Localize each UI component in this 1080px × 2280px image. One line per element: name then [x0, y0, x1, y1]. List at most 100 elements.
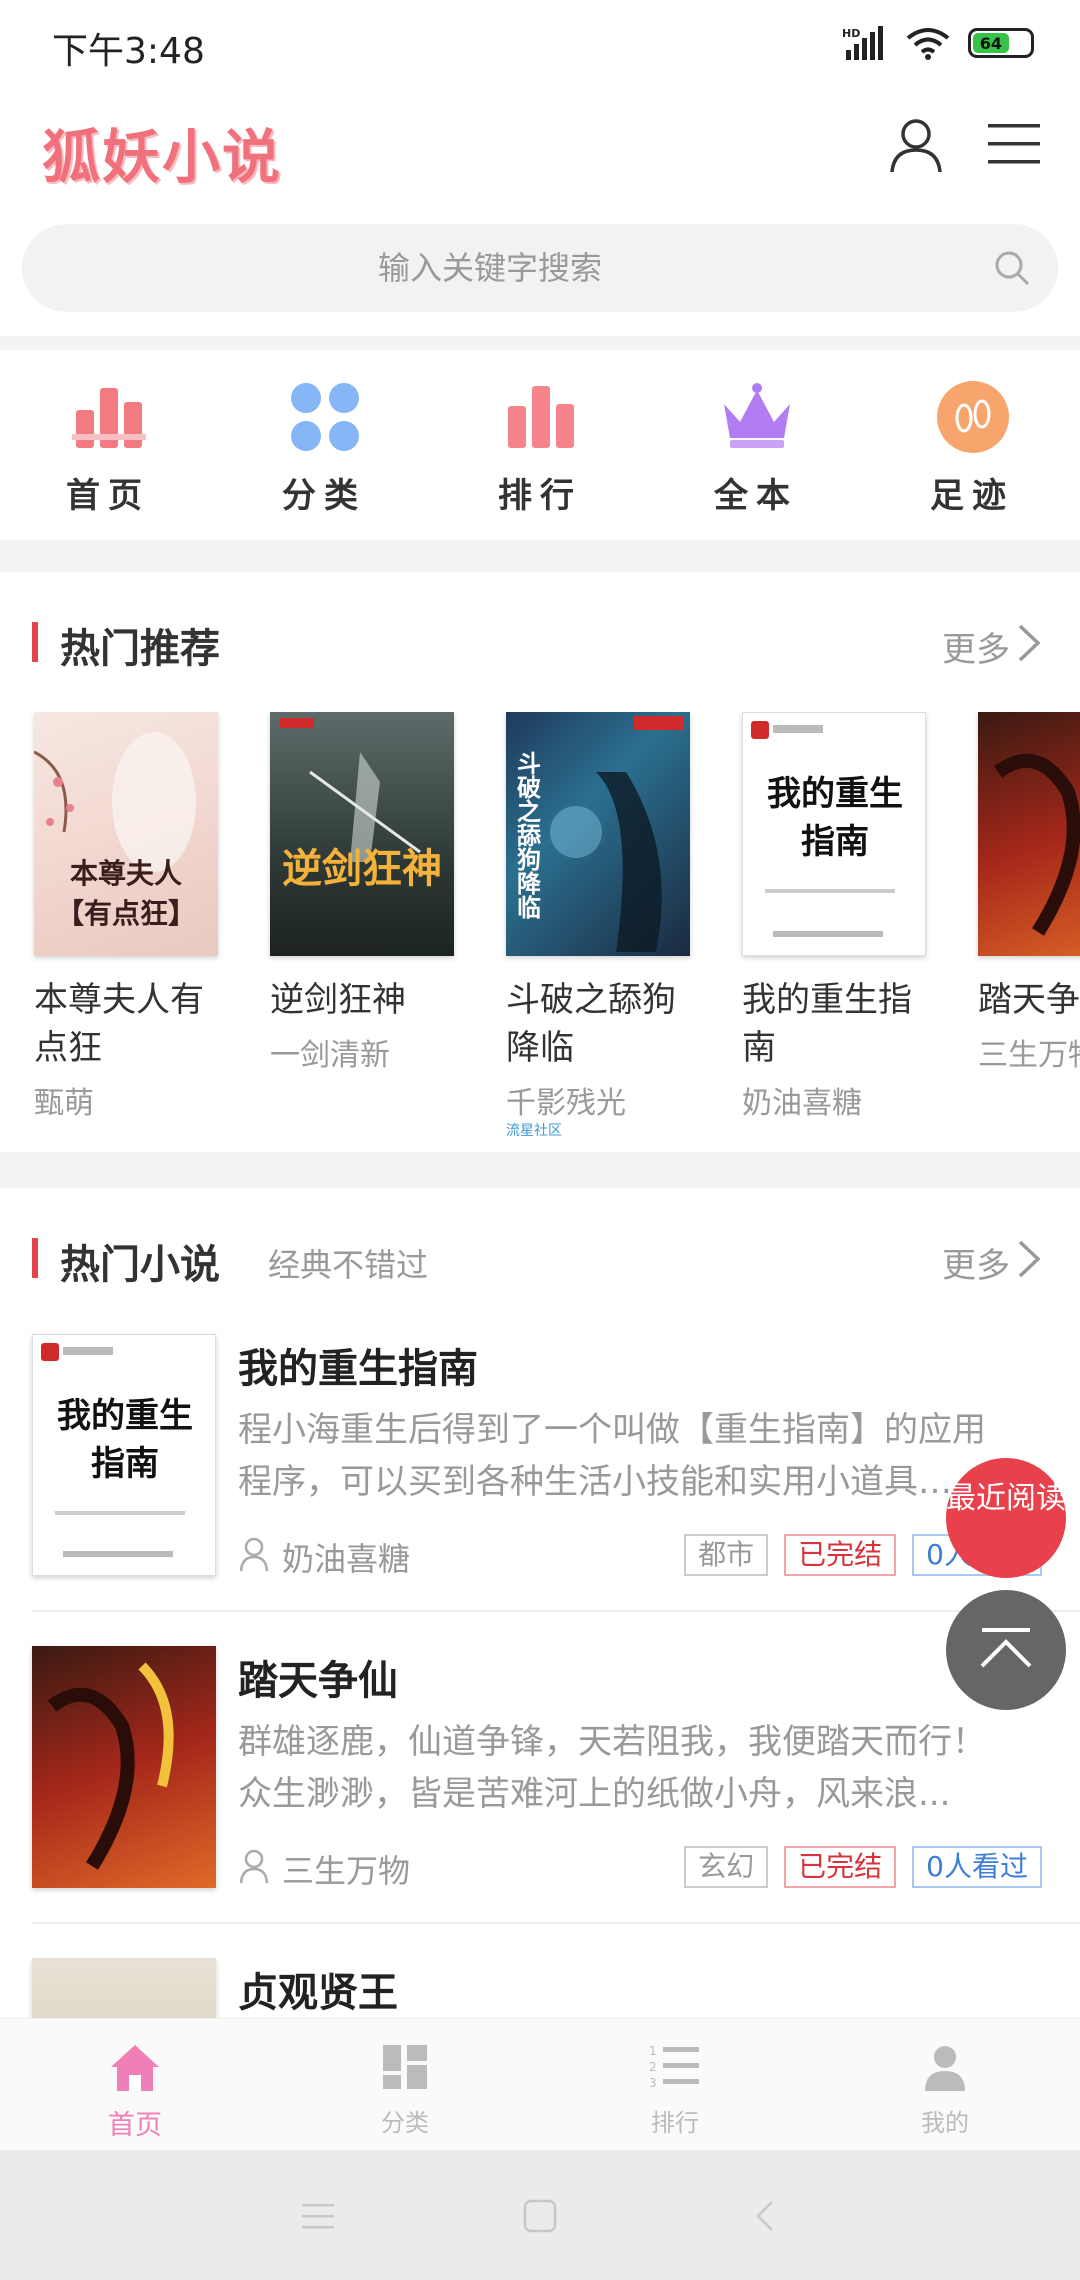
section-separator [0, 1152, 1080, 1188]
cover-art [47, 1662, 174, 1870]
section-accent-bar [32, 1238, 38, 1278]
novel-cover [32, 1646, 216, 1888]
svg-text:1: 1 [649, 2044, 657, 2058]
svg-text:3: 3 [649, 2076, 657, 2090]
home-button-icon[interactable] [520, 2196, 560, 2236]
nav-label: 分类 [282, 476, 366, 516]
novel-item[interactable]: 贞观贤王 [0, 1958, 1080, 2018]
category-grid-icon [383, 2045, 427, 2089]
author-icon [239, 1849, 269, 1884]
novel-item[interactable]: 我的重生指南 我的重生指南 程小海重生后得到了一个叫做【重生指南】的应用程序，可… [0, 1334, 1080, 1646]
novel-title: 贞观贤王 [238, 1970, 398, 2016]
novel-description: 群雄逐鹿，仙道争锋，天若阻我，我便踏天而行！众生渺渺，皆是苦难河上的纸做小舟，风… [238, 1722, 986, 1814]
section-separator [0, 336, 1080, 350]
book-card[interactable]: 逆剑狂神 逆剑狂神 一剑清新 [270, 712, 460, 1074]
novel-item[interactable]: 踏天争仙 群雄逐鹿，仙道争锋，天若阻我，我便踏天而行！众生渺渺，皆是苦难河上的纸… [0, 1646, 1080, 1958]
book-card[interactable]: 斗破之舔狗降临 斗破之舔狗降临 千影残光 流星社区 [506, 712, 696, 1140]
book-cover [978, 712, 1080, 956]
list-divider [32, 1922, 1080, 1924]
book-cover: 斗破之舔狗降临 [506, 712, 690, 956]
section-subtitle: 经典不错过 [268, 1246, 429, 1284]
hot-recommend-header: 热门推荐 更多 [0, 612, 1080, 672]
status-bar: 下午3:48 HD 64 [0, 0, 1080, 90]
nav-item-category[interactable]: 分类 [216, 350, 432, 540]
book-author: 三生万物 [978, 1038, 1080, 1073]
profile-icon [925, 2046, 965, 2091]
ranked-list-icon: 1 2 3 [649, 2044, 699, 2090]
novel-author: 三生万物 [282, 1852, 411, 1890]
novel-description: 程小海重生后得到了一个叫做【重生指南】的应用程序，可以买到各种生活小技能和实用小… [238, 1410, 986, 1502]
book-name: 我的重生指南 [742, 980, 912, 1068]
novel-meta: 奶油喜糖 都市 已完结 0人看过 [238, 1530, 1058, 1580]
nav-label: 足迹 [930, 476, 1014, 516]
tab-category[interactable]: 分类 [270, 2019, 540, 2151]
tab-label: 分类 [381, 2109, 429, 2137]
list-divider [32, 1610, 1080, 1612]
novel-meta: 三生万物 玄幻 已完结 0人看过 [238, 1842, 1058, 1892]
book-cover: 逆剑狂神 [270, 712, 454, 956]
tab-label: 我的 [921, 2109, 969, 2137]
genre-tag: 都市 [684, 1534, 769, 1576]
bottom-tab-bar: 首页 分类 1 2 3 排行 我的 [0, 2018, 1080, 2150]
novel-cover [32, 1958, 216, 2018]
network-type: HD [842, 27, 860, 40]
more-link[interactable]: 更多 [942, 622, 1010, 671]
chevron-right-icon[interactable] [1014, 622, 1044, 664]
novel-author: 奶油喜糖 [282, 1540, 411, 1578]
cover-title: 斗破之舔狗降临 [512, 751, 542, 919]
book-name: 斗破之舔狗降临 [506, 980, 676, 1068]
nav-item-ranking[interactable]: 排行 [432, 350, 648, 540]
more-link[interactable]: 更多 [942, 1238, 1010, 1287]
nav-label: 排行 [498, 476, 582, 516]
cover-title: 我的重生指南 [767, 774, 903, 862]
signal-icon: HD [842, 26, 883, 60]
book-author: 千影残光 [506, 1086, 626, 1121]
status-tag: 已完结 [784, 1846, 897, 1888]
section-separator [0, 540, 1080, 572]
section-title: 热门推荐 [60, 626, 220, 672]
recent-apps-icon[interactable] [298, 2196, 338, 2236]
search-icon[interactable] [990, 246, 1034, 290]
battery-icon: 64 [968, 28, 1034, 58]
back-to-top-button[interactable] [946, 1590, 1066, 1710]
nav-label: 全本 [714, 476, 798, 516]
nav-item-complete[interactable]: 全本 [648, 350, 864, 540]
source-badge: 流星社区 [506, 1123, 562, 1139]
nav-item-footprint[interactable]: 足迹 [864, 350, 1080, 540]
arrow-up-icon [980, 1628, 1032, 1668]
hot-novels-header: 热门小说 经典不错过 更多 [0, 1228, 1080, 1288]
grid-dots-icon [291, 383, 359, 451]
author-icon [239, 1537, 269, 1572]
status-time: 下午3:48 [52, 31, 205, 72]
tab-profile[interactable]: 我的 [810, 2019, 1080, 2151]
app-header: 狐妖小说 [0, 90, 1080, 220]
chevron-right-icon[interactable] [1014, 1238, 1044, 1280]
user-icon[interactable] [884, 112, 948, 176]
book-card[interactable]: 踏天争仙 三生万物 [978, 712, 1080, 1074]
book-card[interactable]: 我的重生指南 我的重生指南 奶油喜糖 [742, 712, 932, 1122]
book-cover: 我的重生指南 [742, 712, 926, 956]
category-nav: 首页 分类 排行 全本 足迹 [0, 350, 1080, 540]
back-icon[interactable] [746, 2196, 786, 2236]
book-author: 甄萌 [34, 1086, 94, 1121]
home-icon [111, 2045, 159, 2091]
menu-icon[interactable] [986, 116, 1042, 172]
cover-title: 本尊夫人【有点狂】 [55, 857, 196, 930]
novel-title: 我的重生指南 [238, 1346, 478, 1392]
recent-read-button[interactable]: 最近阅读 [946, 1458, 1066, 1578]
genre-tag: 玄幻 [684, 1846, 769, 1888]
book-name: 逆剑狂神 [270, 980, 406, 1020]
tab-home[interactable]: 首页 [0, 2019, 270, 2151]
system-nav-bar [0, 2150, 1080, 2280]
tab-ranking[interactable]: 1 2 3 排行 [540, 2019, 810, 2151]
book-name: 踏天争仙 [978, 980, 1080, 1020]
status-tag: 已完结 [784, 1534, 897, 1576]
book-card[interactable]: 本尊夫人【有点狂】 本尊夫人有点狂 甄萌 [34, 712, 224, 1122]
cover-art [993, 753, 1080, 936]
search-input[interactable] [22, 224, 1058, 312]
nav-item-home[interactable]: 首页 [0, 350, 216, 540]
hot-recommend-list: 本尊夫人【有点狂】 本尊夫人有点狂 甄萌 逆剑狂神 逆剑狂神 一剑清新 斗破之舔… [0, 712, 1080, 1152]
nav-label: 首页 [66, 476, 150, 516]
tab-label: 首页 [108, 2110, 162, 2141]
book-author: 奶油喜糖 [742, 1086, 862, 1121]
